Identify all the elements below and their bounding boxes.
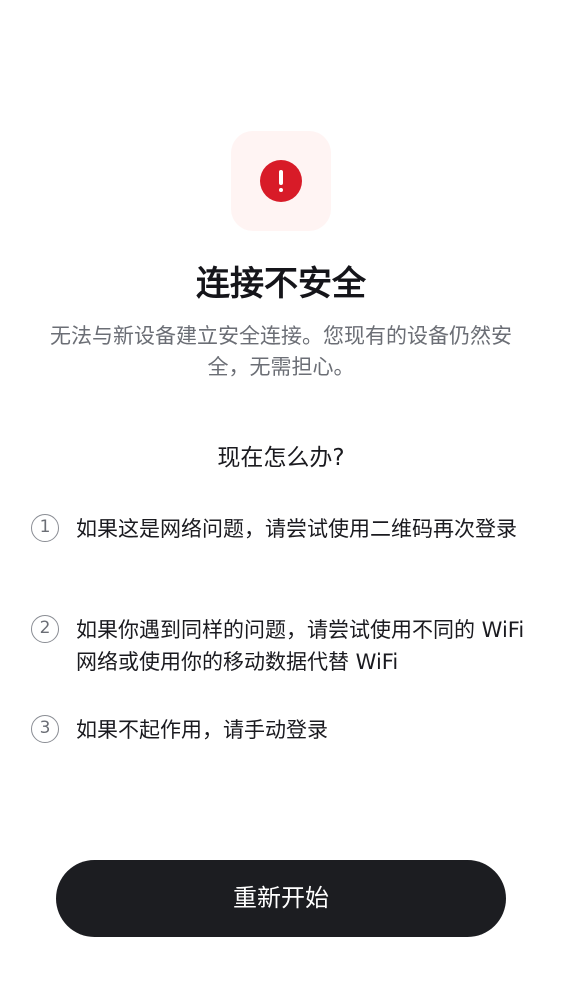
page-subtitle: 无法与新设备建立安全连接。您现有的设备仍然安全，无需担心。 xyxy=(50,324,512,379)
alert-icon xyxy=(260,160,302,202)
step-text-1: 如果这是网络问题，请尝试使用二维码再次登录 xyxy=(76,517,517,541)
insecure-connection-screen: 连接不安全 无法与新设备建立安全连接。您现有的设备仍然安全，无需担心。 现在怎么… xyxy=(0,0,562,1000)
step-number-2: 2 xyxy=(31,615,59,643)
step-number-3: 3 xyxy=(31,715,59,743)
alert-icon-container xyxy=(231,131,331,231)
restart-button[interactable]: 重新开始 xyxy=(56,860,506,937)
step-text-3: 如果不起作用，请手动登录 xyxy=(76,718,328,742)
step-number-1: 1 xyxy=(31,514,59,542)
next-steps-heading: 现在怎么办? xyxy=(217,445,345,471)
page-title: 连接不安全 xyxy=(196,264,366,304)
step-text-2: 如果你遇到同样的问题，请尝试使用不同的 WiFi 网络或使用你的移动数据代替 W… xyxy=(76,618,525,674)
